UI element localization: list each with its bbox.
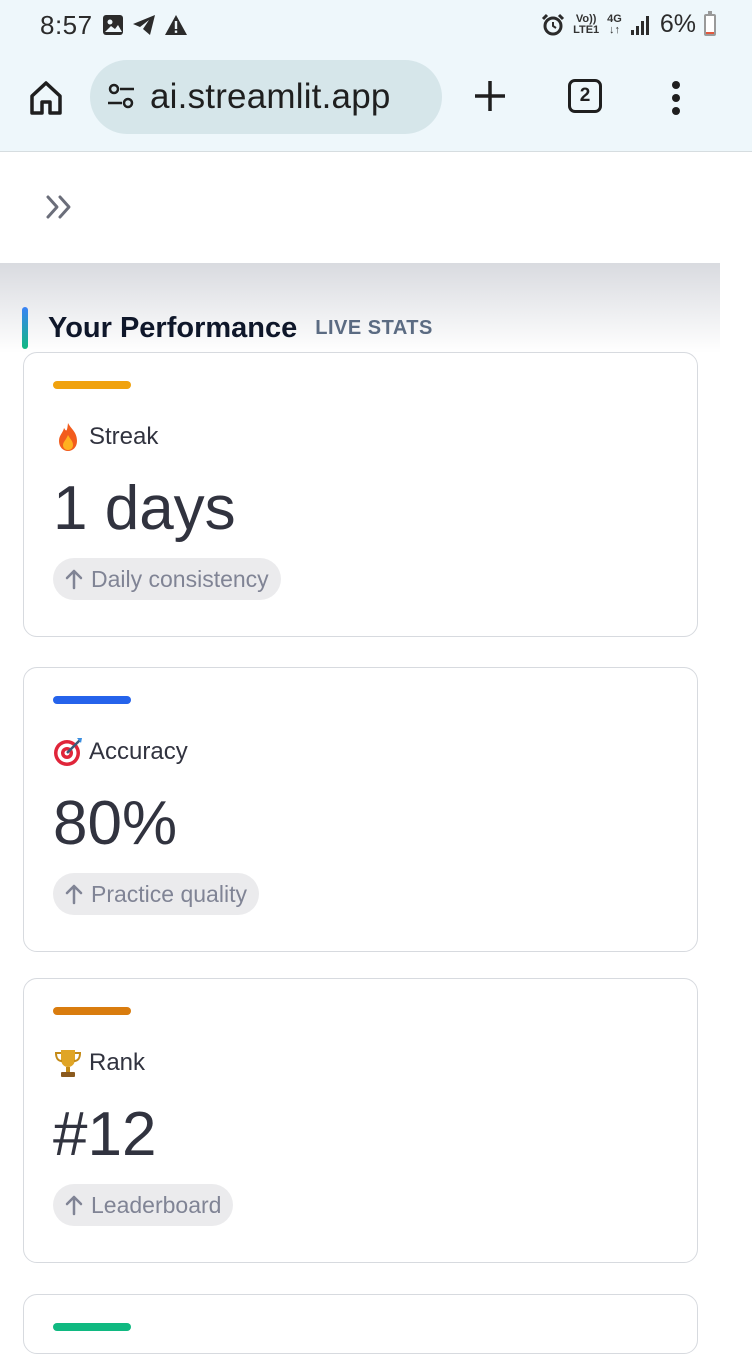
battery-level bbox=[706, 32, 714, 34]
section-title: Your Performance bbox=[48, 311, 298, 344]
battery-icon bbox=[704, 10, 716, 36]
card-label-row: Accuracy bbox=[53, 736, 188, 768]
accuracy-card: Accuracy 80% Practice quality bbox=[23, 667, 698, 952]
streak-card: Streak 1 days Daily consistency bbox=[23, 352, 698, 637]
arrow-up-icon bbox=[65, 884, 83, 905]
site-settings-icon[interactable] bbox=[106, 82, 136, 112]
status-right-icons: Vo)) LTE1 4G ↓↑ 6% bbox=[541, 10, 716, 39]
gallery-icon bbox=[103, 15, 123, 35]
card-value: 1 days bbox=[53, 474, 236, 543]
rank-card: Rank #12 Leaderboard bbox=[23, 978, 698, 1263]
delta-text: Leaderboard bbox=[91, 1191, 222, 1218]
delta-pill: Leaderboard bbox=[53, 1184, 234, 1226]
next-stat-card bbox=[23, 1294, 698, 1354]
signal-icon bbox=[630, 15, 649, 35]
fire-icon bbox=[59, 423, 77, 451]
section-header: Your Performance LIVE STATS bbox=[22, 306, 433, 350]
battery-percent: 6% bbox=[659, 10, 696, 38]
card-accent-bar bbox=[53, 381, 131, 389]
warning-icon bbox=[165, 15, 187, 35]
url-text[interactable]: ai.streamlit.app bbox=[150, 77, 391, 117]
tab-switcher-button[interactable]: 2 bbox=[568, 79, 602, 113]
card-accent-bar bbox=[53, 696, 131, 704]
card-accent-bar bbox=[53, 1007, 131, 1015]
delta-text: Daily consistency bbox=[91, 565, 269, 592]
app-header bbox=[0, 153, 720, 263]
card-accent-bar bbox=[53, 1323, 131, 1331]
delta-text: Practice quality bbox=[91, 880, 247, 907]
alarm-icon bbox=[542, 13, 565, 35]
title-accent-bar bbox=[22, 307, 28, 349]
address-bar[interactable]: ai.streamlit.app bbox=[90, 60, 442, 134]
home-icon[interactable] bbox=[28, 78, 64, 118]
card-label-row: Rank bbox=[53, 1047, 145, 1079]
card-label: Streak bbox=[89, 423, 159, 450]
browser-toolbar: ai.streamlit.app 2 bbox=[0, 52, 752, 152]
card-label: Accuracy bbox=[89, 738, 188, 765]
telegram-icon bbox=[133, 15, 155, 35]
arrow-up-icon bbox=[65, 1195, 83, 1216]
delta-pill: Practice quality bbox=[53, 873, 259, 915]
status-bar: 8:57 Vo)) LTE1 4G ↓↑ 6% bbox=[0, 0, 752, 52]
card-value: #12 bbox=[53, 1100, 157, 1169]
expand-sidebar-icon[interactable] bbox=[44, 193, 76, 221]
more-menu-icon[interactable] bbox=[664, 78, 688, 118]
volte-indicator: Vo)) LTE1 bbox=[573, 12, 600, 36]
card-label: Rank bbox=[89, 1049, 146, 1076]
new-tab-icon[interactable] bbox=[472, 78, 508, 114]
trophy-icon bbox=[54, 1050, 82, 1077]
network-gen-indicator: 4G ↓↑ bbox=[607, 12, 622, 36]
arrow-up-icon bbox=[65, 569, 83, 590]
card-value: 80% bbox=[53, 789, 178, 858]
target-icon bbox=[54, 738, 82, 766]
card-label-row: Streak bbox=[53, 421, 158, 453]
live-stats-badge: LIVE STATS bbox=[315, 316, 433, 339]
status-time: 8:57 bbox=[40, 10, 93, 40]
delta-pill: Daily consistency bbox=[53, 558, 281, 600]
notification-icons bbox=[102, 14, 188, 36]
